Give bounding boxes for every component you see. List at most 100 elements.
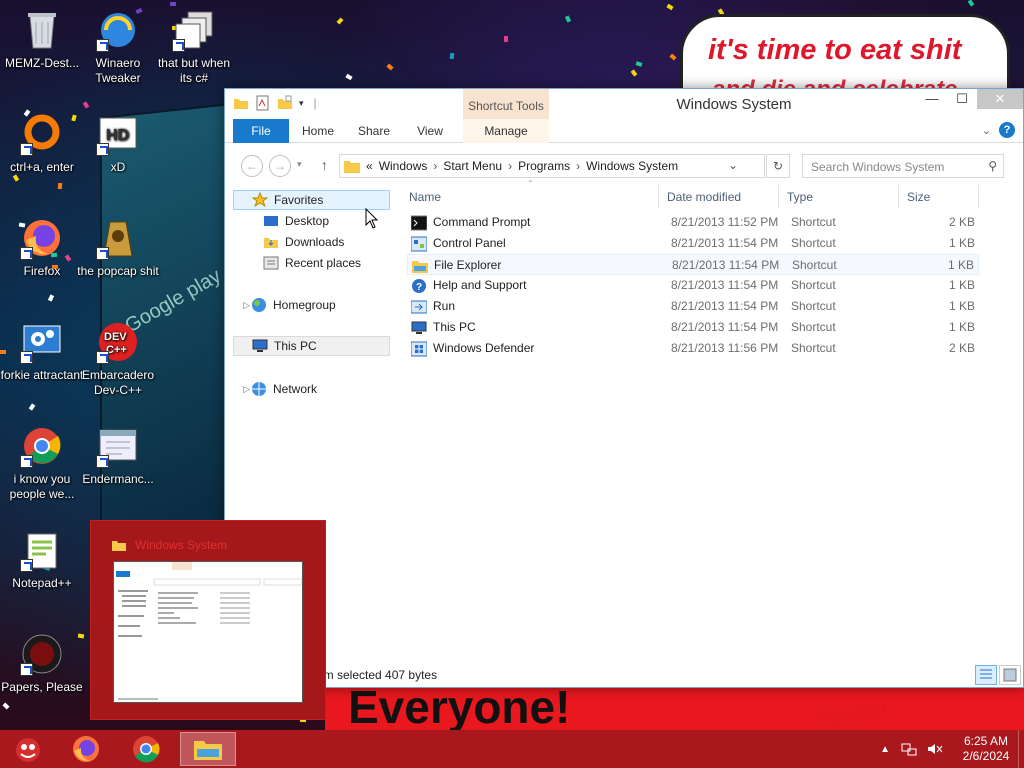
firefox-icon [20, 216, 64, 260]
file-date: 8/21/2013 11:56 PM [671, 341, 779, 355]
desktop-icon-notepadpp[interactable]: Notepad++ [0, 524, 84, 591]
desktop-icon-label: forkie attractant [0, 368, 84, 382]
chevron-down-icon[interactable]: ⌄ [728, 158, 738, 172]
chevron-right-icon[interactable]: › [576, 159, 580, 173]
file-row[interactable]: ? Help and Support 8/21/2013 11:54 PM Sh… [407, 275, 979, 296]
large-icons-view-button[interactable] [999, 665, 1021, 685]
desktop-icon-papers-please[interactable]: Papers, Please [0, 628, 84, 695]
nav-label: Desktop [285, 214, 330, 228]
desktop-icon-devcpp[interactable]: DEV C++ Embarcadero Dev-C++ [76, 316, 160, 398]
status-text: em selected 407 bytes [317, 668, 438, 682]
confetti-piece [345, 73, 353, 81]
column-header-name[interactable]: Name [401, 185, 659, 209]
taskbar-file-explorer[interactable] [180, 732, 236, 766]
start-button[interactable] [0, 732, 56, 766]
shortcut-arrow-icon [20, 455, 33, 468]
tab-share[interactable]: Share [349, 119, 399, 143]
svg-text:?: ? [416, 282, 422, 293]
help-icon[interactable]: ? [999, 122, 1015, 138]
nav-item-downloads[interactable]: Downloads [263, 232, 344, 252]
desktop-icon-forkie[interactable]: forkie attractant [0, 316, 84, 383]
file-row[interactable]: Run 8/21/2013 11:54 PM Shortcut 1 KB [407, 296, 979, 317]
desktop-icon-that-but-c-sharp[interactable]: that but when its c# [152, 4, 236, 86]
breadcrumb-windows-system[interactable]: Windows System [586, 159, 678, 173]
tab-file[interactable]: File [233, 119, 289, 143]
desktop-icon-endermanch[interactable]: Endermanc... [76, 420, 160, 487]
breadcrumb-start-menu[interactable]: Start Menu [443, 159, 502, 173]
chrome-icon [133, 736, 160, 763]
document-stack-icon [172, 8, 216, 52]
chevron-right-icon[interactable]: › [508, 159, 512, 173]
taskbar-chrome[interactable] [118, 732, 174, 766]
expand-ribbon-icon[interactable]: ⌄ [982, 124, 991, 137]
file-row[interactable]: Windows Defender 8/21/2013 11:56 PM Shor… [407, 338, 979, 359]
desktop-icon-xd[interactable]: HD xD [76, 108, 160, 175]
breadcrumb-overflow[interactable]: « [366, 159, 373, 173]
desktop-icon-firefox[interactable]: Firefox [0, 212, 84, 279]
address-bar[interactable]: « Windows › Start Menu › Programs › Wind… [339, 154, 765, 178]
close-button[interactable]: ✕ [977, 89, 1023, 109]
clock[interactable]: 6:25 AM 2/6/2024 [954, 734, 1018, 764]
file-row[interactable]: Command Prompt 8/21/2013 11:52 PM Shortc… [407, 212, 979, 233]
taskbar-firefox[interactable] [58, 732, 114, 766]
shortcut-arrow-icon [96, 143, 109, 156]
recent-locations-icon[interactable]: ▾ [297, 159, 302, 170]
desktop-icon-popcap[interactable]: the popcap shit [76, 212, 160, 279]
nav-item-this-pc[interactable]: This PC [233, 336, 390, 356]
view-switcher [975, 665, 1021, 685]
desktop-icon-ctrl-a[interactable]: ctrl+a, enter [0, 108, 84, 175]
column-header-size[interactable]: Size [899, 185, 979, 209]
volume-muted-icon[interactable] [926, 741, 944, 757]
desktop-icon-chrome[interactable]: i know you people we... [0, 420, 84, 502]
refresh-button[interactable]: ↻ [766, 154, 790, 178]
file-type: Shortcut [791, 299, 836, 313]
shortcut-arrow-icon [96, 247, 109, 260]
nav-item-recent-places[interactable]: Recent places [263, 253, 361, 273]
expand-arrow-icon[interactable]: ▷ [243, 384, 250, 395]
run-icon [411, 300, 427, 314]
details-view-button[interactable] [975, 665, 997, 685]
taskbar-thumbnail-preview[interactable]: Windows System [90, 520, 326, 720]
file-row[interactable]: Control Panel 8/21/2013 11:54 PM Shortcu… [407, 233, 979, 254]
file-explorer-window[interactable]: ▾ | Shortcut Tools Windows System — ☐ ✕ … [224, 88, 1024, 688]
desktop-icon-label: Papers, Please [1, 680, 83, 694]
tab-view[interactable]: View [405, 119, 455, 143]
chevron-right-icon[interactable]: › [433, 159, 437, 173]
breadcrumb-programs[interactable]: Programs [518, 159, 570, 173]
file-type: Shortcut [791, 320, 836, 334]
confetti-piece [47, 294, 55, 302]
mouse-cursor-icon [365, 208, 379, 229]
folder-icon [344, 160, 360, 173]
desktop-icon-winaero[interactable]: Winaero Tweaker [76, 4, 160, 86]
search-box[interactable]: Search Windows System ⚲ [802, 154, 1004, 178]
tab-home[interactable]: Home [293, 119, 343, 143]
maximize-button[interactable]: ☐ [947, 89, 977, 109]
file-row[interactable]: This PC 8/21/2013 11:54 PM Shortcut 1 KB [407, 317, 979, 338]
breadcrumb-windows[interactable]: Windows [379, 159, 428, 173]
network-icon[interactable] [900, 741, 918, 757]
minimize-button[interactable]: — [917, 89, 947, 109]
title-bar[interactable]: ▾ | Shortcut Tools Windows System — ☐ ✕ [225, 89, 1023, 119]
command-prompt-icon [411, 215, 427, 231]
show-hidden-icons-icon[interactable]: ▲ [880, 744, 890, 755]
taskbar: ▲ 6:25 AM 2/6/2024 [0, 730, 1024, 768]
forward-button[interactable]: → [269, 155, 291, 177]
tab-manage[interactable]: Manage [463, 119, 549, 143]
column-header-type[interactable]: Type [779, 185, 899, 209]
nav-item-favorites[interactable]: Favorites [233, 190, 390, 210]
nav-item-network[interactable]: Network [251, 379, 317, 399]
star-icon [252, 192, 268, 208]
desktop-icon-memz[interactable]: MEMZ-Dest... [0, 4, 84, 71]
address-toolbar: ← → ▾ ↑ « Windows › Start Menu › Program… [225, 143, 1023, 185]
back-button[interactable]: ← [241, 155, 263, 177]
show-desktop-button[interactable] [1018, 730, 1024, 768]
up-button[interactable]: ↑ [321, 157, 328, 173]
file-size: 2 KB [948, 341, 975, 355]
nav-item-homegroup[interactable]: Homegroup [251, 295, 336, 315]
shortcut-arrow-icon [20, 559, 33, 572]
expand-arrow-icon[interactable]: ▷ [243, 300, 250, 311]
search-icon[interactable]: ⚲ [988, 159, 997, 173]
nav-item-desktop[interactable]: Desktop [263, 211, 329, 231]
file-row-hovered[interactable]: File Explorer 8/21/2013 11:54 PM Shortcu… [407, 254, 979, 275]
column-header-date[interactable]: Date modified [659, 185, 779, 209]
